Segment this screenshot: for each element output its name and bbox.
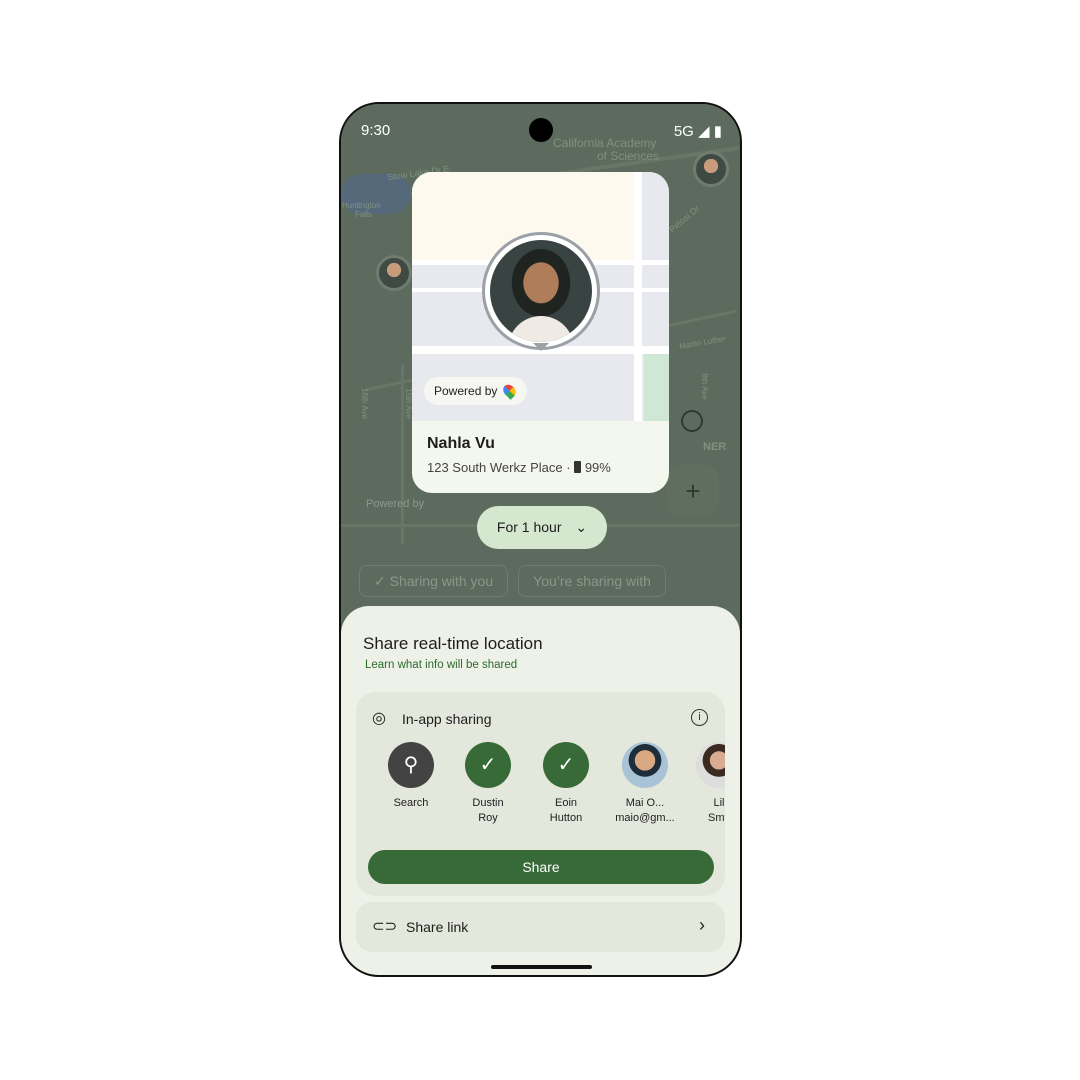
check-icon: ✓ [465, 742, 511, 788]
map-label: of Sciences [597, 149, 660, 163]
my-location-icon[interactable] [681, 410, 703, 432]
camera-cutout [529, 118, 553, 142]
share-button[interactable]: Share [368, 850, 714, 884]
map-label: Pelosi Dr [667, 203, 702, 235]
duration-dropdown[interactable]: For 1 hour ⌄ [477, 506, 607, 549]
chevron-right-icon: › [699, 915, 705, 935]
card-map: Powered by [412, 172, 669, 421]
share-link-row[interactable]: ⊂⊃ Share link › [356, 902, 725, 952]
battery-icon [574, 461, 582, 473]
home-indicator[interactable] [491, 965, 592, 969]
link-icon: ⊂⊃ [372, 918, 398, 935]
contact-item[interactable]: ✓ Dustin Roy [453, 742, 523, 826]
contact-avatar [622, 742, 668, 788]
google-maps-logo-icon [501, 382, 519, 400]
battery-level: 99% [584, 460, 611, 475]
search-icon: ⚲ [388, 742, 434, 788]
share-link-label: Share link [406, 919, 469, 935]
sharing-icon: ◎ [372, 710, 386, 727]
person-location-pin [482, 232, 600, 351]
in-app-sharing-title: In-app sharing [402, 711, 492, 727]
tab-sharing-with-you[interactable]: ✓ Sharing with you [359, 565, 509, 597]
sheet-title: Share real-time location [363, 634, 543, 653]
battery-icon: ▮ [713, 123, 722, 140]
zoom-in-button[interactable]: + [667, 465, 719, 517]
contact-search[interactable]: ⚲ Search [376, 742, 446, 811]
map-label: NER [703, 441, 727, 453]
check-icon: ✓ [543, 742, 589, 788]
map-label: 8th Ave [699, 373, 709, 400]
location-card[interactable]: Powered by Nahla Vu 123 South Werkz Plac… [412, 172, 669, 493]
learn-more-link[interactable]: Learn what info will be shared [365, 659, 517, 671]
person-name: Nahla Vu [427, 435, 495, 452]
map-powered-by: Powered by [366, 498, 425, 510]
contact-avatar [696, 742, 725, 788]
person-photo [490, 240, 592, 342]
signal-icon: ◢ [698, 123, 710, 140]
phone-screen: California Academy of Sciences Stow Lake… [339, 102, 742, 977]
map-label: 16th Ave [360, 388, 369, 419]
network-type: 5G [673, 123, 694, 140]
in-app-sharing-panel: ◎ In-app sharing i ⚲ Search ✓ Dustin Roy ✓ E… [356, 692, 725, 896]
clock: 9:30 [361, 122, 391, 139]
chevron-down-icon: ⌄ [575, 519, 588, 535]
friend-avatar-marker[interactable] [376, 255, 412, 291]
share-bottom-sheet: Share real-time location Learn what info… [341, 606, 740, 975]
map-label: Huntington [342, 201, 381, 210]
map-label: Falls [355, 210, 372, 219]
person-address: 123 South Werkz Place · 99% [427, 460, 611, 475]
tab-youre-sharing-with[interactable]: You’re sharing with [518, 565, 666, 597]
contact-item[interactable]: Mai O... maio@gm... [610, 742, 680, 826]
contact-item[interactable]: LilSmy [686, 742, 725, 826]
contact-item[interactable]: ✓ Eoin Hutton [531, 742, 601, 826]
profile-avatar[interactable] [693, 151, 729, 187]
powered-by-badge: Powered by [424, 377, 528, 405]
map-label: Martin Luther [678, 333, 727, 352]
